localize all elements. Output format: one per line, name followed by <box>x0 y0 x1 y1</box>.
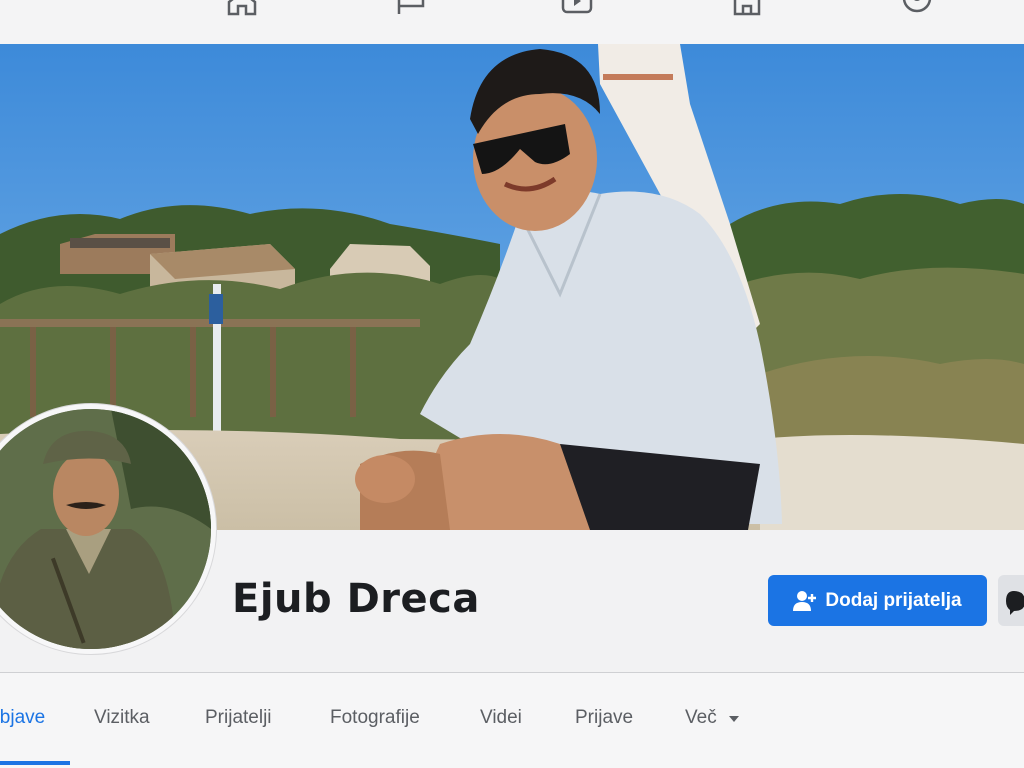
tab-friends[interactable]: Prijatelji <box>205 707 272 729</box>
message-button[interactable] <box>998 575 1024 626</box>
add-friend-label: Dodaj prijatelja <box>825 589 962 611</box>
marketplace-icon[interactable] <box>730 0 764 16</box>
groups-icon[interactable] <box>900 0 934 16</box>
top-navigation-bar <box>0 0 1024 45</box>
profile-name: Ejub Dreca <box>232 576 480 622</box>
add-friend-icon <box>793 590 817 612</box>
tab-posts[interactable]: Objave <box>0 707 45 729</box>
messenger-icon <box>998 591 1024 630</box>
video-icon[interactable] <box>560 0 594 16</box>
tab-videos[interactable]: Videi <box>480 707 522 729</box>
add-friend-button[interactable]: Dodaj prijatelja <box>768 575 987 626</box>
tab-more[interactable]: Več <box>685 707 740 729</box>
home-icon[interactable] <box>225 0 259 16</box>
tab-photos[interactable]: Fotografije <box>330 707 420 729</box>
tab-checkins[interactable]: Prijave <box>575 707 633 729</box>
profile-tabs: Objave Vizitka Prijatelji Fotografije Vi… <box>0 673 1024 768</box>
chevron-down-icon <box>728 707 740 729</box>
flag-icon[interactable] <box>394 0 428 16</box>
tab-about[interactable]: Vizitka <box>94 707 150 729</box>
active-tab-indicator <box>0 761 70 765</box>
tab-more-label: Več <box>685 707 717 729</box>
